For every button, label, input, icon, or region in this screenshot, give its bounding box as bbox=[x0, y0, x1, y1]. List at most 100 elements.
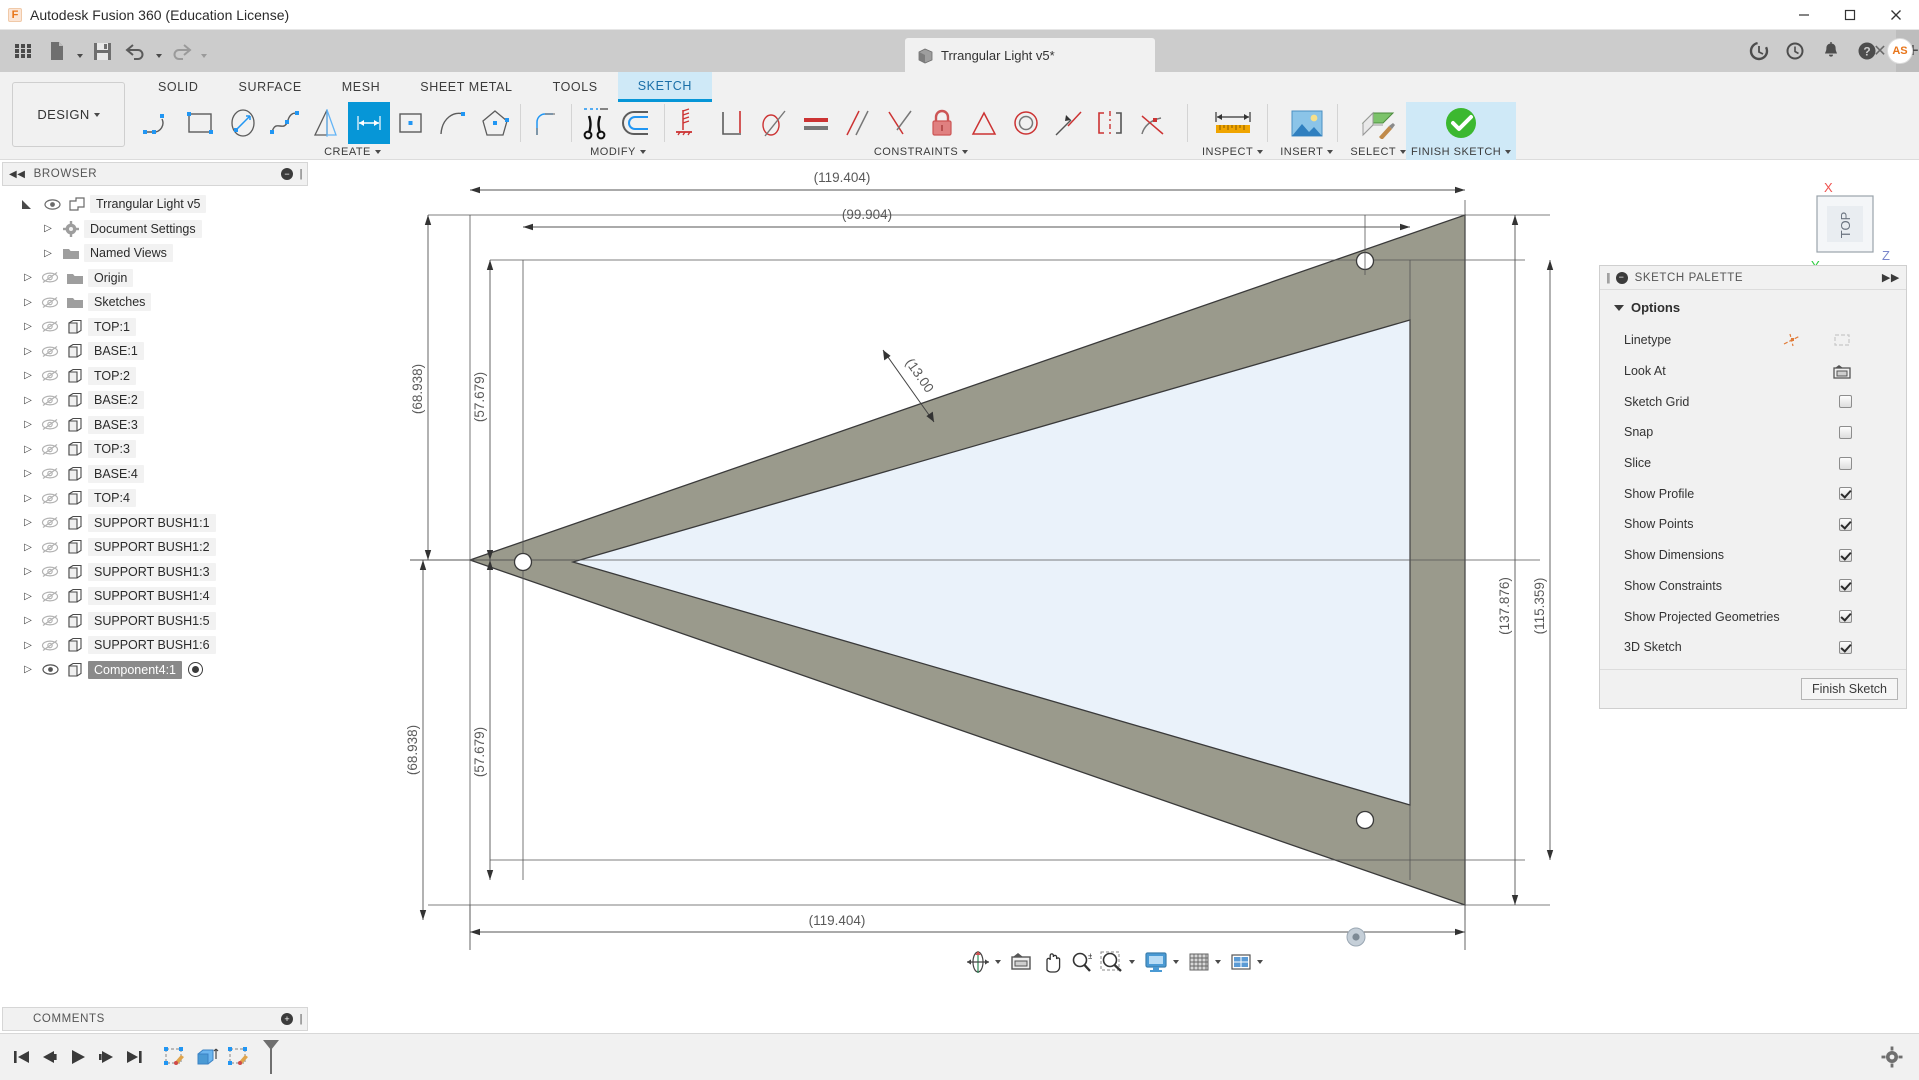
visibility-hidden-icon[interactable] bbox=[38, 467, 62, 480]
show-constraints-checkbox[interactable] bbox=[1839, 579, 1852, 593]
trim-tool-icon[interactable] bbox=[576, 102, 618, 144]
show-dimensions-checkbox[interactable] bbox=[1839, 548, 1852, 562]
browser-minimize-icon[interactable]: − bbox=[281, 168, 294, 180]
browser-item-base-3[interactable]: ▷ BASE:3 bbox=[0, 413, 310, 438]
browser-item-top-3[interactable]: ▷ TOP:3 bbox=[0, 437, 310, 462]
browser-item-document-settings[interactable]: ▷ Document Settings bbox=[0, 217, 310, 242]
minimize-button[interactable] bbox=[1781, 0, 1827, 30]
expand-arrow-icon[interactable]: ▷ bbox=[18, 517, 38, 528]
settings-gear-icon[interactable] bbox=[1881, 1046, 1903, 1068]
browser-item-top-2[interactable]: ▷ TOP:2 bbox=[0, 364, 310, 389]
visibility-hidden-icon[interactable] bbox=[38, 320, 62, 333]
go-to-beginning-icon[interactable] bbox=[8, 1042, 36, 1072]
constraint-equal-icon[interactable] bbox=[795, 102, 837, 144]
visibility-eye-icon[interactable] bbox=[38, 663, 62, 676]
show-profile-checkbox[interactable] bbox=[1839, 487, 1852, 501]
display-settings-caret-icon[interactable] bbox=[1172, 960, 1183, 964]
finish-sketch-button[interactable]: Finish Sketch bbox=[1800, 677, 1898, 700]
look-at-icon[interactable] bbox=[1007, 947, 1035, 977]
view-cube[interactable]: X Y Z TOP bbox=[1781, 178, 1901, 278]
play-icon[interactable] bbox=[64, 1042, 92, 1072]
slice-checkbox[interactable] bbox=[1839, 456, 1852, 470]
visibility-hidden-icon[interactable] bbox=[38, 394, 62, 407]
grid-snaps-icon[interactable] bbox=[1185, 947, 1213, 977]
visibility-hidden-icon[interactable] bbox=[38, 271, 62, 284]
center-rectangle-tool-icon[interactable] bbox=[390, 102, 432, 144]
display-settings-icon[interactable] bbox=[1141, 947, 1171, 977]
constraint-parallel-icon[interactable] bbox=[837, 102, 879, 144]
expand-arrow-icon[interactable]: ▷ bbox=[38, 223, 58, 234]
job-status-icon[interactable] bbox=[1743, 35, 1775, 67]
browser-item-base-4[interactable]: ▷ BASE:4 bbox=[0, 462, 310, 487]
browser-item-top-4[interactable]: ▷ TOP:4 bbox=[0, 486, 310, 511]
browser-item-base-2[interactable]: ▷ BASE:2 bbox=[0, 388, 310, 413]
measure-tool-icon[interactable] bbox=[1206, 102, 1260, 144]
tab-solid[interactable]: SOLID bbox=[138, 72, 219, 102]
orbit-caret-icon[interactable] bbox=[994, 960, 1005, 964]
line-tool-icon[interactable] bbox=[138, 102, 180, 144]
notifications-bell-icon[interactable] bbox=[1815, 35, 1847, 67]
browser-item-base-1[interactable]: ▷ BASE:1 bbox=[0, 339, 310, 364]
maximize-button[interactable] bbox=[1827, 0, 1873, 30]
visibility-hidden-icon[interactable] bbox=[38, 590, 62, 603]
visibility-hidden-icon[interactable] bbox=[38, 614, 62, 627]
browser-collapse-icon[interactable]: ◀◀ bbox=[9, 169, 26, 180]
expand-arrow-icon[interactable]: ▷ bbox=[18, 591, 38, 602]
tab-tools[interactable]: TOOLS bbox=[533, 72, 618, 102]
apps-grid-icon[interactable] bbox=[6, 34, 40, 68]
browser-grip-icon[interactable]: || bbox=[299, 168, 302, 180]
expand-arrow-icon[interactable]: ▷ bbox=[18, 444, 38, 455]
comments-grip-icon[interactable]: || bbox=[299, 1013, 302, 1025]
visibility-hidden-icon[interactable] bbox=[38, 516, 62, 529]
expand-arrow-icon[interactable]: ▷ bbox=[18, 542, 38, 553]
undo-caret[interactable] bbox=[153, 34, 164, 68]
zoom-window-icon[interactable] bbox=[1097, 947, 1127, 977]
expand-arrow-icon[interactable] bbox=[20, 198, 40, 211]
redo-icon[interactable] bbox=[164, 34, 198, 68]
spline-tool-icon[interactable] bbox=[264, 102, 306, 144]
constraint-midpoint-icon[interactable] bbox=[963, 102, 1005, 144]
sketch-dimension-tool-icon[interactable] bbox=[348, 102, 390, 144]
viewports-caret-icon[interactable] bbox=[1256, 960, 1267, 964]
constraint-perpendicular-icon[interactable] bbox=[711, 102, 753, 144]
help-icon[interactable]: ? bbox=[1851, 35, 1883, 67]
constraint-coincident-icon[interactable] bbox=[879, 102, 921, 144]
polygon-tool-icon[interactable] bbox=[474, 102, 516, 144]
ribbon-group-finish-sketch-label[interactable]: FINISH SKETCH bbox=[1406, 144, 1517, 160]
expand-arrow-icon[interactable]: ▷ bbox=[18, 419, 38, 430]
browser-item-sketches[interactable]: ▷ Sketches bbox=[0, 290, 310, 315]
ribbon-group-modify-label[interactable]: MODIFY bbox=[590, 144, 646, 160]
add-comment-icon[interactable]: + bbox=[281, 1013, 294, 1025]
visibility-hidden-icon[interactable] bbox=[38, 541, 62, 554]
visibility-hidden-icon[interactable] bbox=[38, 418, 62, 431]
constraint-concentric-icon[interactable] bbox=[1005, 102, 1047, 144]
visibility-hidden-icon[interactable] bbox=[38, 492, 62, 505]
redo-caret[interactable] bbox=[198, 34, 209, 68]
sketch-feature-icon[interactable] bbox=[160, 1044, 190, 1070]
show-projected-geometries-checkbox[interactable] bbox=[1839, 610, 1852, 624]
browser-item-support-bush1-3[interactable]: ▷ SUPPORT BUSH1:3 bbox=[0, 560, 310, 585]
visibility-eye-icon[interactable] bbox=[40, 198, 64, 211]
ribbon-group-inspect-label[interactable]: INSPECT bbox=[1202, 144, 1264, 160]
new-document-caret[interactable] bbox=[74, 34, 85, 68]
constraint-tangent-icon[interactable] bbox=[753, 102, 795, 144]
zoom-window-caret-icon[interactable] bbox=[1128, 960, 1139, 964]
zoom-icon[interactable]: ± bbox=[1067, 947, 1095, 977]
browser-item-top-1[interactable]: ▷ TOP:1 bbox=[0, 315, 310, 340]
sketch-canvas[interactable]: (119.404) (99.904) (119.404) (68.938) (5… bbox=[310, 160, 1919, 1033]
expand-arrow-icon[interactable]: ▷ bbox=[18, 640, 38, 651]
expand-arrow-icon[interactable]: ▷ bbox=[18, 664, 38, 675]
visibility-hidden-icon[interactable] bbox=[38, 639, 62, 652]
visibility-hidden-icon[interactable] bbox=[38, 369, 62, 382]
palette-dock-right-icon[interactable]: ▶▶ bbox=[1882, 271, 1900, 284]
expand-arrow-icon[interactable]: ▷ bbox=[18, 468, 38, 479]
go-to-end-icon[interactable] bbox=[120, 1042, 148, 1072]
grid-snaps-caret-icon[interactable] bbox=[1214, 960, 1225, 964]
3d-sketch-checkbox[interactable] bbox=[1839, 640, 1852, 654]
document-tab[interactable]: Trrangular Light v5* bbox=[905, 38, 1155, 72]
new-document-icon[interactable] bbox=[40, 34, 74, 68]
orbit-icon[interactable] bbox=[963, 947, 993, 977]
browser-item-origin[interactable]: ▷ Origin bbox=[0, 266, 310, 291]
expand-arrow-icon[interactable]: ▷ bbox=[18, 566, 38, 577]
browser-item-support-bush1-1[interactable]: ▷ SUPPORT BUSH1:1 bbox=[0, 511, 310, 536]
